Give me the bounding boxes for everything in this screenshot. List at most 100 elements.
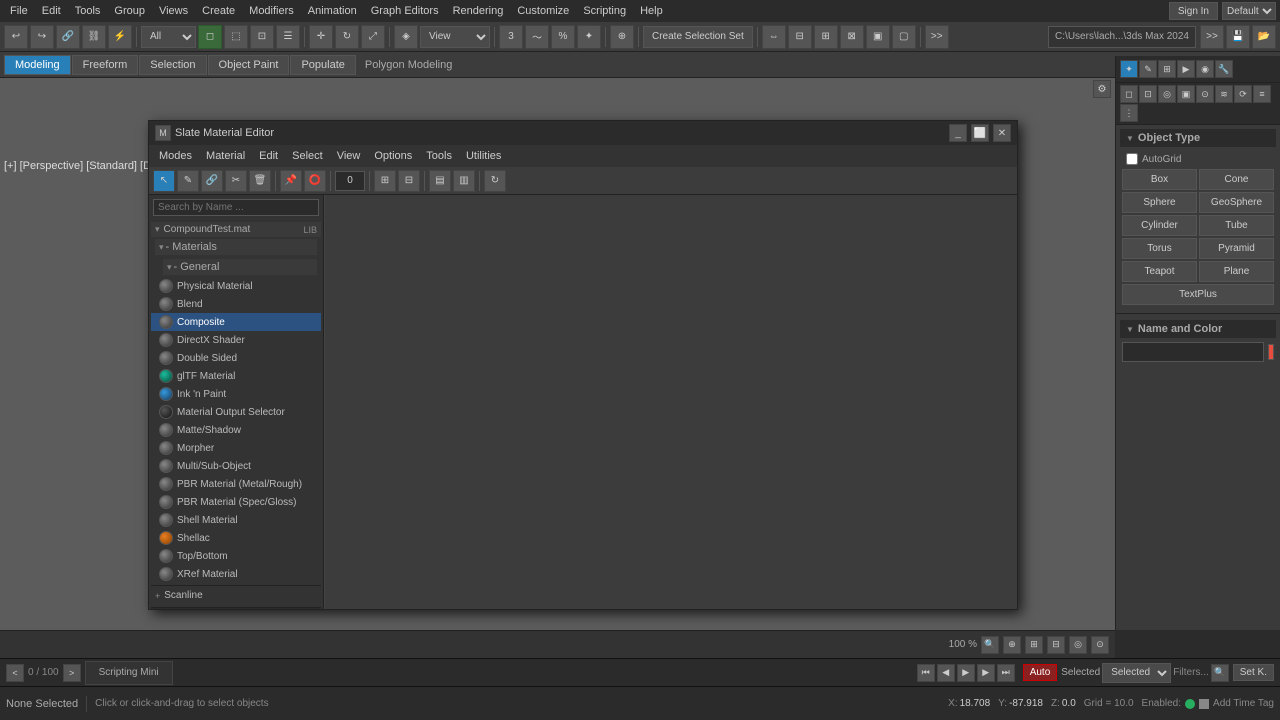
obj-btn-box[interactable]: Box: [1122, 169, 1197, 190]
materials-group[interactable]: - Materials: [151, 237, 321, 257]
menu-file[interactable]: File: [4, 3, 34, 19]
prev-frame-button[interactable]: ◀: [937, 664, 955, 682]
obj-btn-plane[interactable]: Plane: [1199, 261, 1274, 282]
general-group-header[interactable]: - General: [163, 259, 317, 275]
sme-paint-tool[interactable]: ✎: [177, 170, 199, 192]
mat-shellac[interactable]: Shellac: [151, 529, 321, 547]
tab-selection[interactable]: Selection: [139, 55, 206, 75]
sme-split-tool[interactable]: ⊟: [398, 170, 420, 192]
expand-button-2[interactable]: >>: [1200, 25, 1224, 49]
workspace-dropdown[interactable]: Default: [1222, 2, 1276, 20]
tab-populate[interactable]: Populate: [290, 55, 355, 75]
select-object-button[interactable]: ◻: [198, 25, 222, 49]
rp-sub-icon-4[interactable]: ▣: [1177, 85, 1195, 103]
rp-icon-display[interactable]: ◉: [1196, 60, 1214, 78]
sme-delete-tool[interactable]: 🗑: [249, 170, 271, 192]
vp-nav-btn-3[interactable]: ◎: [1069, 636, 1087, 654]
object-type-header[interactable]: Object Type: [1120, 129, 1276, 147]
sme-menu-select[interactable]: Select: [286, 148, 329, 164]
vp-nav-btn-4[interactable]: ⊙: [1091, 636, 1109, 654]
mat-shell[interactable]: Shell Material: [151, 511, 321, 529]
render-frame-button[interactable]: ▢: [892, 25, 916, 49]
bind-button[interactable]: ⚡: [108, 25, 132, 49]
undo-button[interactable]: ↩: [4, 25, 28, 49]
set-k-button[interactable]: Set K.: [1233, 664, 1274, 681]
menu-rendering[interactable]: Rendering: [447, 3, 510, 19]
obj-btn-cone[interactable]: Cone: [1199, 169, 1274, 190]
autogrid-input[interactable]: [1126, 153, 1138, 165]
materials-group-header[interactable]: - Materials: [155, 239, 317, 255]
open-button[interactable]: 📂: [1252, 25, 1276, 49]
menu-customize[interactable]: Customize: [511, 3, 575, 19]
rp-sub-icon-2[interactable]: ⊡: [1139, 85, 1157, 103]
mat-blend[interactable]: Blend: [151, 295, 321, 313]
sme-cut-tool[interactable]: ✂: [225, 170, 247, 192]
tab-freeform[interactable]: Freeform: [72, 55, 139, 75]
viewport-options-icon[interactable]: ⚙: [1093, 80, 1111, 98]
sme-menu-edit[interactable]: Edit: [253, 148, 284, 164]
autogrid-checkbox[interactable]: AutoGrid: [1122, 151, 1274, 167]
sme-close-button[interactable]: ✕: [993, 124, 1011, 142]
obj-btn-pyramid[interactable]: Pyramid: [1199, 238, 1274, 259]
unlink-button[interactable]: ⛓: [82, 25, 106, 49]
align-button[interactable]: ⊟: [788, 25, 812, 49]
rp-sub-icon-6[interactable]: ≋: [1215, 85, 1233, 103]
select-region-button[interactable]: ⬚: [224, 25, 248, 49]
mat-pbr-metal[interactable]: PBR Material (Metal/Rough): [151, 475, 321, 493]
percent-button[interactable]: ◈: [394, 25, 418, 49]
general-group[interactable]: - General: [159, 257, 321, 277]
mat-directx[interactable]: DirectX Shader: [151, 331, 321, 349]
sme-sphere-tool[interactable]: ⭕: [304, 170, 326, 192]
sme-nodes-left[interactable]: View1 Map #1 ● output Map #1 · O Ctrl Vi…: [324, 195, 325, 609]
add-time-tag[interactable]: Add Time Tag: [1213, 698, 1274, 709]
rp-sub-icon-8[interactable]: ≡: [1253, 85, 1271, 103]
sme-restore-button[interactable]: ⬜: [971, 124, 989, 142]
rand-button[interactable]: ✦: [577, 25, 601, 49]
vp-nav-btn-2[interactable]: ⊟: [1047, 636, 1065, 654]
play-button[interactable]: ▶: [957, 664, 975, 682]
sme-search-input[interactable]: [153, 199, 319, 216]
scale-button[interactable]: ⤢: [361, 25, 385, 49]
obj-btn-textplus[interactable]: TextPlus: [1122, 284, 1274, 305]
tab-object-paint[interactable]: Object Paint: [208, 55, 290, 75]
zoom-out-button[interactable]: 🔍: [981, 636, 999, 654]
redo-button[interactable]: ↪: [30, 25, 54, 49]
sme-update-tool[interactable]: ↻: [484, 170, 506, 192]
array-button[interactable]: ⊞: [814, 25, 838, 49]
sme-menu-tools[interactable]: Tools: [420, 148, 458, 164]
expand-button[interactable]: >>: [925, 25, 949, 49]
menu-views[interactable]: Views: [153, 3, 194, 19]
timeline-expand-left[interactable]: <: [6, 664, 24, 682]
obj-btn-geosphere[interactable]: GeoSphere: [1199, 192, 1274, 213]
menu-graph-editors[interactable]: Graph Editors: [365, 3, 445, 19]
move-button[interactable]: ✛: [309, 25, 333, 49]
sme-minimize-button[interactable]: _: [949, 124, 967, 142]
pivot-button[interactable]: ⊕: [610, 25, 634, 49]
rp-icon-modify[interactable]: ✎: [1139, 60, 1157, 78]
menu-group[interactable]: Group: [108, 3, 151, 19]
color-swatch[interactable]: [1268, 344, 1274, 360]
mat-output-selector[interactable]: Material Output Selector: [151, 403, 321, 421]
layer-button[interactable]: ⊠: [840, 25, 864, 49]
mat-pbr-spec[interactable]: PBR Material (Spec/Gloss): [151, 493, 321, 511]
sme-link-tool[interactable]: 🔗: [201, 170, 223, 192]
window-cross-button[interactable]: ⊡: [250, 25, 274, 49]
select-by-name-button[interactable]: ☰: [276, 25, 300, 49]
menu-help[interactable]: Help: [634, 3, 669, 19]
goto-start-button[interactable]: ⏮: [917, 664, 935, 682]
mirror-button[interactable]: ⇔: [762, 25, 786, 49]
rp-icon-motion[interactable]: ▶: [1177, 60, 1195, 78]
sme-menu-utilities[interactable]: Utilities: [460, 148, 507, 164]
obj-btn-sphere[interactable]: Sphere: [1122, 192, 1197, 213]
render-setup-button[interactable]: ▣: [866, 25, 890, 49]
sme-menu-modes[interactable]: Modes: [153, 148, 198, 164]
goto-end-button[interactable]: ⏭: [997, 664, 1015, 682]
sme-num-field[interactable]: 0: [335, 171, 365, 191]
menu-create[interactable]: Create: [196, 3, 241, 19]
menu-modifiers[interactable]: Modifiers: [243, 3, 300, 19]
num-3-button[interactable]: 3: [499, 25, 523, 49]
rp-icon-hierarchy[interactable]: ⊞: [1158, 60, 1176, 78]
link-button[interactable]: 🔗: [56, 25, 80, 49]
menu-edit[interactable]: Edit: [36, 3, 67, 19]
rp-sub-icon-1[interactable]: ◻: [1120, 85, 1138, 103]
